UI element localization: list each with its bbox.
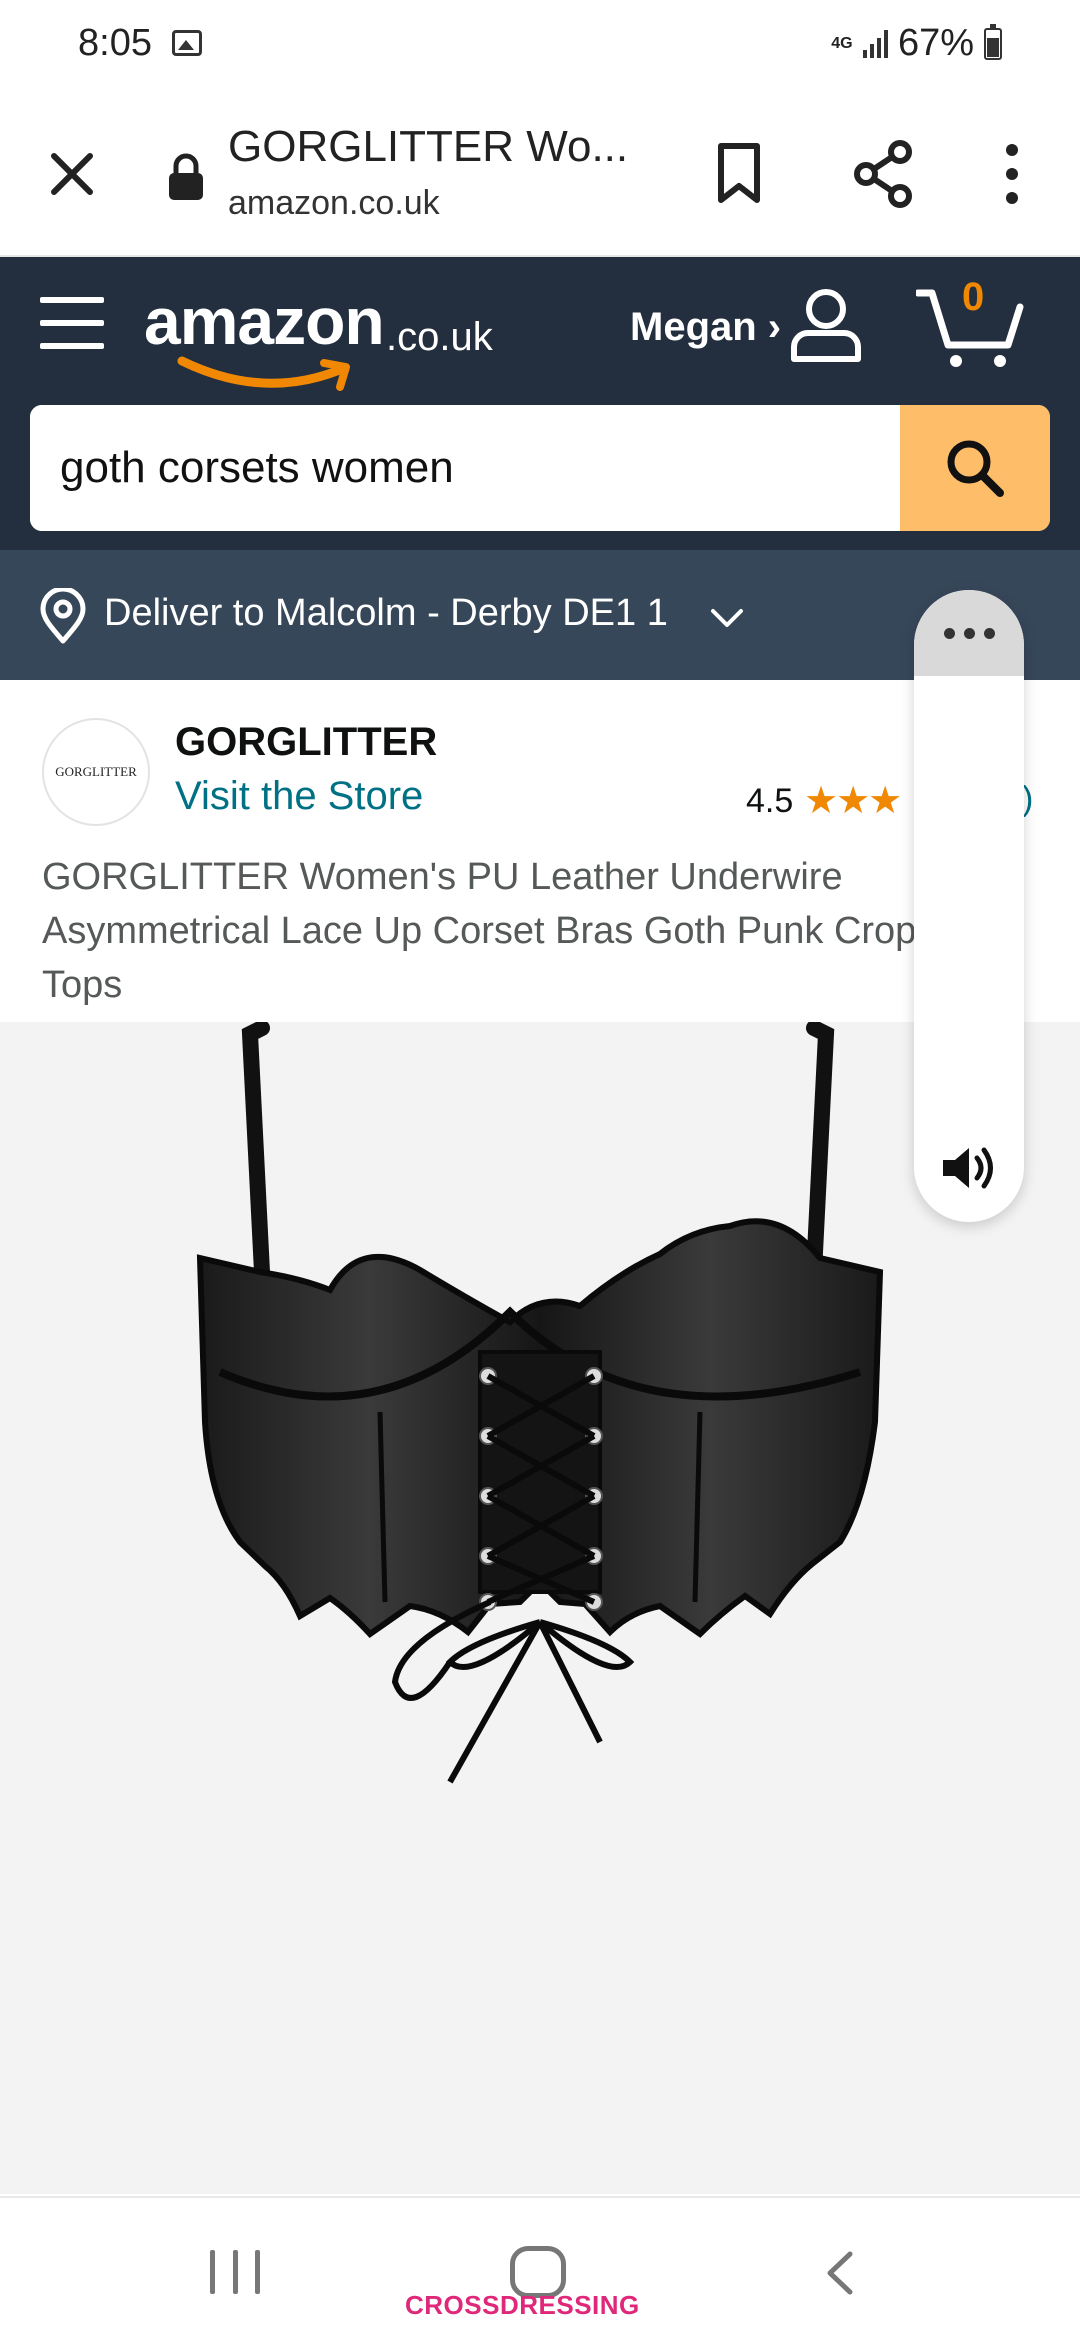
menu-button[interactable]	[40, 297, 104, 353]
rating-stars[interactable]: ★★★	[804, 778, 902, 823]
share-icon	[854, 140, 912, 208]
search-bar	[30, 405, 1050, 531]
logo-tld: .co.uk	[386, 315, 493, 359]
visit-store-link[interactable]: Visit the Store	[175, 774, 423, 819]
close-icon	[51, 153, 93, 195]
delivery-text: Deliver to Malcolm - Derby DE1 1	[104, 592, 668, 634]
more-options-button[interactable]	[990, 136, 1034, 212]
page-title[interactable]: GORGLITTER Wo...	[228, 122, 648, 172]
close-tab-button[interactable]	[40, 142, 104, 206]
menu-icon	[40, 297, 104, 303]
status-indicators: 4G 67%	[831, 22, 1002, 65]
search-button[interactable]	[900, 405, 1050, 531]
rating-value[interactable]: 4.5	[746, 782, 793, 821]
bookmark-button[interactable]	[704, 136, 774, 212]
battery-percent: 67%	[897, 22, 974, 64]
product-image[interactable]	[0, 1022, 1080, 2194]
system-nav-bar: CROSSDRESSING	[0, 2196, 1080, 2340]
share-button[interactable]	[848, 136, 918, 212]
network-type: 4G	[831, 34, 853, 52]
store-name: GORGLITTER	[175, 720, 438, 764]
smile-icon	[177, 356, 350, 391]
more-vert-icon	[1006, 144, 1018, 204]
recent-apps-icon	[210, 2250, 215, 2294]
chevron-down-icon	[711, 609, 743, 627]
floating-media-panel	[914, 590, 1024, 1222]
more-horiz-icon	[943, 627, 995, 639]
recent-apps-button[interactable]	[210, 2250, 260, 2294]
battery-icon	[984, 23, 1002, 60]
speaker-icon	[943, 1147, 993, 1189]
store-logo[interactable]: GORGLITTER	[42, 718, 150, 826]
bookmark-icon	[718, 143, 760, 203]
logo-word: amazon	[144, 284, 385, 358]
cart-count: 0	[962, 275, 985, 319]
product-title: GORGLITTER Women's PU Leather Underwire …	[42, 856, 917, 1006]
watermark-text: CROSSDRESSING	[405, 2290, 640, 2320]
status-bar: 8:05 4G 67%	[0, 0, 1080, 92]
location-pin-icon	[40, 588, 86, 644]
browser-toolbar: GORGLITTER Wo... amazon.co.uk	[0, 92, 1080, 257]
account-icon[interactable]	[788, 285, 864, 365]
gallery-icon	[172, 30, 202, 56]
page-domain[interactable]: amazon.co.uk	[228, 184, 440, 223]
amazon-logo[interactable]: amazon .co.uk	[144, 277, 504, 391]
speaker-button[interactable]	[939, 1140, 999, 1196]
corset-image	[196, 1022, 884, 1784]
search-input[interactable]	[30, 405, 900, 531]
back-icon[interactable]	[822, 2248, 858, 2298]
signal-icon	[862, 29, 888, 58]
search-icon	[947, 440, 1004, 497]
account-link[interactable]: Megan ›	[630, 305, 781, 350]
amazon-header: amazon .co.uk Megan › 0	[0, 257, 1080, 550]
lock-icon	[169, 153, 203, 200]
status-time: 8:05	[78, 22, 152, 64]
